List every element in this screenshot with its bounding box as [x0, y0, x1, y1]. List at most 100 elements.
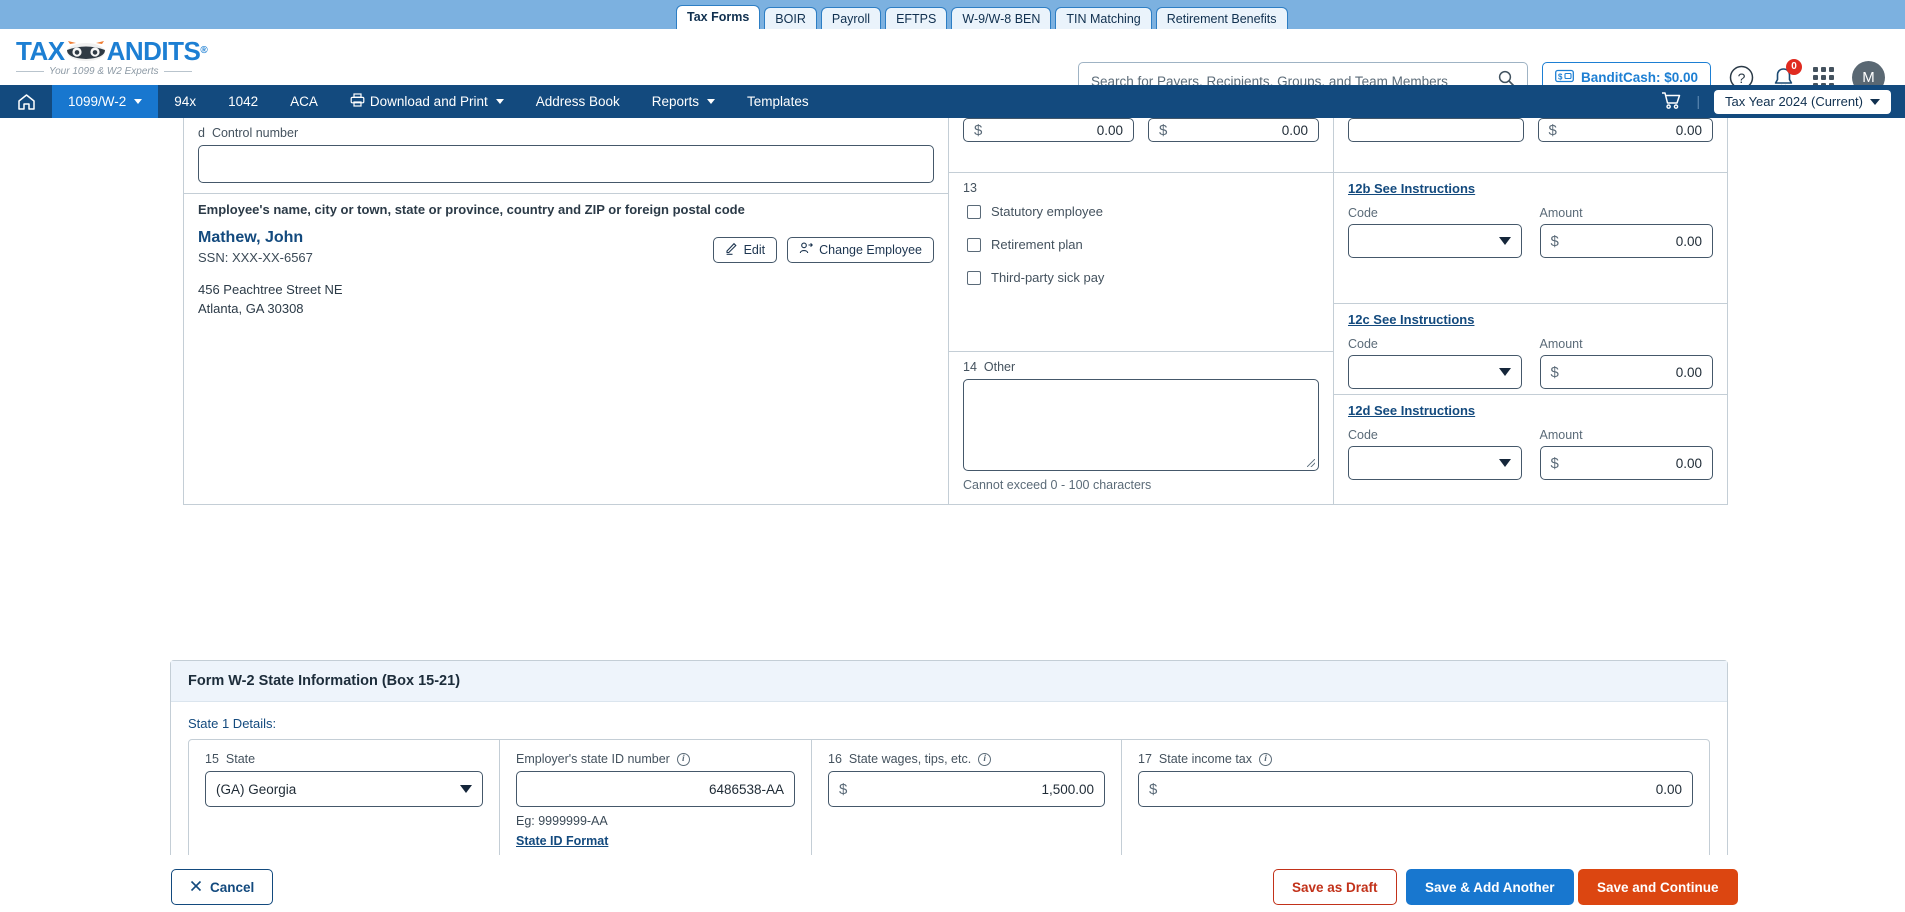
product-tab-strip: Tax Forms BOIR Payroll EFTPS W-9/W-8 BEN… [0, 0, 1905, 29]
box14-textarea[interactable] [963, 379, 1319, 471]
nav-label: 1042 [228, 94, 259, 109]
tab-payroll[interactable]: Payroll [820, 6, 882, 29]
box12b-amount-input[interactable]: $ 0.00 [1539, 224, 1713, 258]
checkbox-retirement-plan[interactable]: Retirement plan [967, 237, 1319, 252]
employer-state-id-label-text: Employer's state ID number [516, 752, 670, 766]
tab-tin-matching[interactable]: TIN Matching [1055, 6, 1152, 29]
box12c-amount-value: 0.00 [1675, 364, 1702, 380]
state-details-grid: 15 State (GA) Georgia Employer's state I… [188, 739, 1710, 865]
box12c-instructions-link[interactable]: 12c See Instructions [1348, 312, 1713, 327]
nav-item-reports[interactable]: Reports [636, 85, 731, 118]
tab-w9-w8ben[interactable]: W-9/W-8 BEN [951, 6, 1052, 29]
shopping-cart-icon[interactable] [1661, 91, 1682, 113]
state-select-cell: 15 State (GA) Georgia [189, 740, 499, 864]
state-income-tax-cell: 17 State income tax i $ 0.00 [1121, 740, 1709, 864]
top-partial-amount-cell: $ 0.00 $ 0.00 [949, 118, 1333, 173]
dollar-sign: $ [1149, 780, 1158, 798]
box12c-amount-label: Amount [1539, 337, 1583, 351]
dollar-sign: $ [1550, 232, 1559, 250]
nav-item-1042[interactable]: 1042 [212, 85, 274, 118]
cancel-button[interactable]: Cancel [171, 869, 274, 905]
notification-badge: 0 [1786, 58, 1802, 75]
box12c-code-group: Code [1348, 337, 1522, 389]
box12c-amount-input[interactable]: $ 0.00 [1539, 355, 1713, 389]
partial-amount-input-3[interactable]: $ 0.00 [1537, 118, 1713, 142]
taxbandits-logo[interactable]: TAX ANDITS ® Your 1099 & W2 Experts [16, 35, 208, 77]
box12d-amount-input[interactable]: $ 0.00 [1539, 446, 1713, 480]
box12d-amount-value: 0.00 [1675, 455, 1702, 471]
state-details-subtitle: State 1 Details: [188, 716, 277, 731]
chevron-down-icon [134, 99, 143, 104]
box12b-instructions-link[interactable]: 12b See Instructions [1348, 181, 1713, 196]
box12c-amount-group: Amount $ 0.00 [1539, 337, 1713, 389]
nav-item-aca[interactable]: ACA [274, 85, 334, 118]
state-wages-input[interactable]: $ 1,500.00 [828, 771, 1105, 807]
employer-state-id-cell: Employer's state ID number i 6486538-AA … [499, 740, 811, 864]
state-id-format-link[interactable]: State ID Format [516, 834, 608, 848]
state-income-tax-input[interactable]: $ 0.00 [1138, 771, 1693, 807]
state-select[interactable]: (GA) Georgia [205, 771, 483, 807]
box14-hint: Cannot exceed 0 - 100 characters [963, 478, 1152, 492]
partial-code-input[interactable] [1348, 118, 1524, 142]
logo-text-right: ANDITS [106, 35, 201, 66]
employer-state-id-input[interactable]: 6486538-AA [516, 771, 795, 807]
tax-year-selector[interactable]: Tax Year 2024 (Current) [1713, 89, 1891, 114]
checkbox-third-party-sick-pay[interactable]: Third-party sick pay [967, 270, 1319, 285]
box12d-code-group: Code [1348, 428, 1522, 480]
save-and-continue-button[interactable]: Save and Continue [1578, 869, 1738, 905]
state-information-title: Form W-2 State Information (Box 15-21) [171, 661, 1727, 702]
logo-wordmark: TAX ANDITS ® [16, 35, 208, 66]
registered-mark: ® [200, 44, 208, 56]
chevron-down-icon [1870, 98, 1880, 105]
edit-employee-button[interactable]: Edit [712, 237, 778, 263]
box12c-code-select[interactable] [1348, 355, 1522, 389]
svg-text:$: $ [1558, 73, 1563, 82]
box12d-instructions-link[interactable]: 12d See Instructions [1348, 403, 1713, 418]
tab-tax-forms[interactable]: Tax Forms [676, 4, 761, 29]
nav-item-1099-w2[interactable]: 1099/W-2 [52, 85, 159, 118]
dollar-sign: $ [1550, 363, 1559, 381]
state-box-num: 15 [205, 752, 219, 766]
checkbox-label: Statutory employee [991, 204, 1104, 219]
tab-retirement-benefits[interactable]: Retirement Benefits [1155, 6, 1288, 29]
state-income-tax-label-text: State income tax [1158, 752, 1253, 766]
employee-address-line2: Atlanta, GA 30308 [198, 300, 304, 316]
change-employee-label: Change Employee [819, 243, 922, 257]
nav-item-download-and-print[interactable]: Download and Print [334, 85, 520, 118]
tab-boir[interactable]: BOIR [764, 6, 817, 29]
chevron-down-icon [1498, 368, 1511, 376]
box12d-cell: 12d See Instructions Code Amount $ 0.00 [1334, 395, 1727, 483]
control-number-input[interactable] [198, 145, 934, 183]
box13-number: 13 [963, 181, 1319, 195]
state-wages-value: 1,500.00 [1041, 781, 1094, 797]
employee-address-line1: 456 Peachtree Street NE [198, 282, 343, 297]
chevron-down-icon [460, 785, 472, 793]
box12b-code-select[interactable] [1348, 224, 1522, 258]
partial-amount-input-2[interactable]: $ 0.00 [1148, 118, 1319, 142]
info-icon[interactable]: i [1259, 752, 1273, 766]
nav-item-94x[interactable]: 94x [158, 85, 212, 118]
checkbox-icon[interactable] [967, 237, 981, 252]
nav-item-templates[interactable]: Templates [731, 85, 825, 118]
checkbox-statutory-employee[interactable]: Statutory employee [967, 204, 1319, 219]
info-icon[interactable]: i [978, 752, 992, 766]
nav-item-address-book[interactable]: Address Book [520, 85, 636, 118]
info-icon[interactable]: i [676, 752, 690, 766]
nav-label: Templates [747, 94, 809, 109]
home-icon[interactable] [0, 85, 52, 118]
nav-label: Download and Print [369, 94, 488, 109]
state-income-tax-value: 0.00 [1655, 781, 1682, 797]
save-and-add-another-button[interactable]: Save & Add Another [1406, 869, 1574, 905]
checkbox-icon[interactable] [967, 270, 981, 285]
partial-amount-input-1[interactable]: $ 0.00 [963, 118, 1134, 142]
change-employee-button[interactable]: Change Employee [787, 237, 934, 263]
save-as-draft-button[interactable]: Save as Draft [1273, 869, 1397, 905]
box14-label-text: Other [983, 360, 1016, 374]
state-label: 15 State [205, 752, 483, 766]
checkbox-icon[interactable] [967, 204, 981, 219]
box13-num-text: 13 [963, 181, 977, 195]
box12d-code-select[interactable] [1348, 446, 1522, 480]
box14-cell: 14 Other Cannot exceed 0 - 100 character… [949, 352, 1333, 502]
tab-eftps[interactable]: EFTPS [885, 6, 948, 29]
wallet-icon: $ [1555, 69, 1574, 86]
